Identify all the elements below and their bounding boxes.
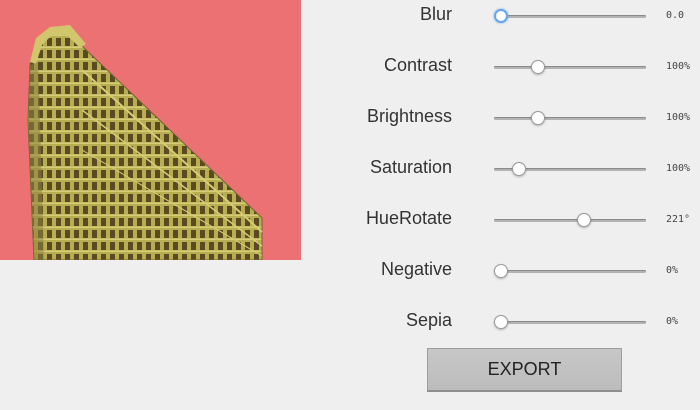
saturation-value: 100% (666, 163, 691, 174)
slider-track (494, 321, 646, 324)
contrast-value: 100% (666, 61, 691, 72)
blur-label: Blur (419, 4, 452, 24)
slider-thumb[interactable] (511, 162, 526, 176)
flatiron-building-image (27, 25, 263, 260)
slider-thumb[interactable] (494, 315, 508, 329)
slider-track (494, 15, 646, 18)
export-button[interactable]: EXPORT (427, 348, 622, 392)
blur-value: 0.0 (666, 10, 685, 21)
slider-thumb[interactable] (576, 213, 591, 227)
blur-slider[interactable] (494, 4, 646, 28)
brightness-slider[interactable] (494, 106, 646, 130)
control-row-huerotate: HueRotate 221° (310, 206, 700, 236)
contrast-label: Contrast (383, 55, 452, 75)
slider-thumb[interactable] (494, 264, 508, 278)
negative-slider[interactable] (494, 259, 646, 283)
negative-value: 0% (666, 265, 679, 276)
contrast-slider[interactable] (494, 55, 646, 79)
control-row-saturation: Saturation 100% (310, 155, 700, 185)
slider-thumb[interactable] (531, 111, 546, 125)
image-preview (0, 0, 301, 260)
huerotate-slider[interactable] (494, 208, 646, 232)
brightness-value: 100% (666, 112, 691, 123)
slider-track (494, 117, 646, 120)
slider-track (494, 66, 646, 69)
saturation-label: Saturation (369, 157, 452, 177)
control-row-blur: Blur 0.0 (310, 2, 700, 32)
negative-label: Negative (380, 259, 452, 279)
saturation-slider[interactable] (494, 157, 646, 181)
slider-track (494, 270, 646, 273)
sepia-label: Sepia (405, 310, 452, 330)
sepia-slider[interactable] (494, 310, 646, 334)
slider-thumb[interactable] (494, 9, 508, 23)
sepia-value: 0% (666, 316, 679, 327)
slider-track (494, 219, 646, 222)
control-row-negative: Negative 0% (310, 257, 700, 287)
image-filter-app: Blur 0.0 Contrast 100% Brightness 100% S… (0, 0, 700, 410)
control-row-sepia: Sepia 0% (310, 308, 700, 338)
control-row-contrast: Contrast 100% (310, 53, 700, 83)
huerotate-label: HueRotate (365, 208, 452, 228)
brightness-label: Brightness (366, 106, 452, 126)
control-row-brightness: Brightness 100% (310, 104, 700, 134)
huerotate-value: 221° (666, 214, 691, 225)
slider-thumb[interactable] (531, 60, 546, 74)
